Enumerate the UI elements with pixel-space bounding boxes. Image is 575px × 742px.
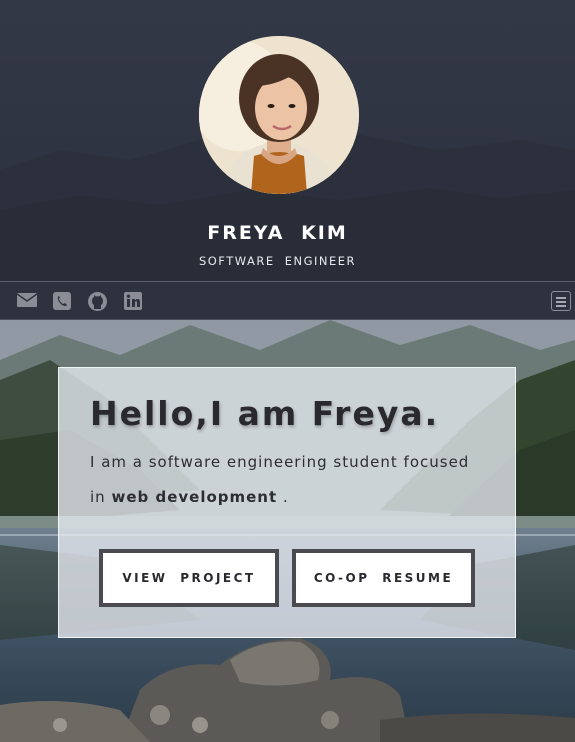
view-project-button[interactable]: VIEW PROJECT [99,549,279,607]
profile-avatar [199,36,359,194]
coop-resume-button[interactable]: CO-OP RESUME [292,549,475,607]
linkedin-icon[interactable] [124,292,144,310]
envelope-icon[interactable] [17,292,37,310]
github-icon[interactable] [88,292,108,311]
greeting-heading: Hello,I am Freya. [90,394,440,433]
portfolio-page: FREYA KIM SOFTWARE ENGINEER Hello,I am F… [0,0,575,742]
social-navbar [0,281,575,320]
intro-highlight: web development [111,488,278,506]
profile-title: SOFTWARE ENGINEER [198,254,357,268]
profile-name: FREYA KIM [207,222,348,244]
hamburger-menu-icon[interactable] [551,291,571,311]
hero-section: Hello,I am Freya. I am a software engine… [0,320,575,742]
intro-card: Hello,I am Freya. I am a software engine… [58,367,516,638]
intro-text: I am a software engineering student focu… [90,445,490,515]
intro-text-end: . [282,488,289,506]
profile-header: FREYA KIM SOFTWARE ENGINEER [0,0,575,281]
phone-icon[interactable] [53,292,73,310]
